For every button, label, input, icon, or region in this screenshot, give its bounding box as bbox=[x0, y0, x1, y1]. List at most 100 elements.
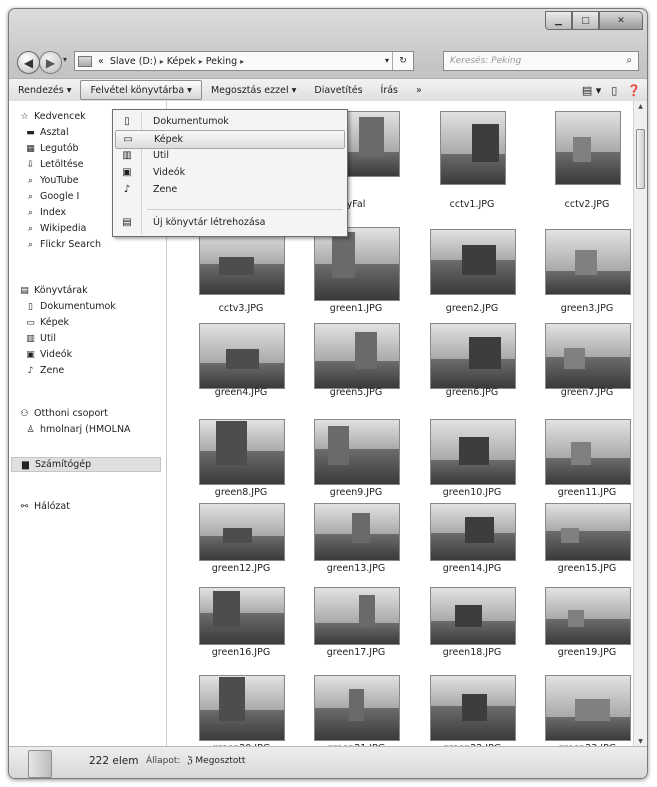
close-button[interactable]: ✕ bbox=[599, 11, 643, 30]
breadcrumb-separator-icon[interactable]: ▸ bbox=[240, 57, 244, 66]
breadcrumb-separator-icon[interactable]: ▸ bbox=[199, 57, 203, 66]
breadcrumb-kepek[interactable]: Képek bbox=[167, 56, 196, 67]
preview-pane-icon[interactable]: ▯ bbox=[611, 84, 617, 97]
file-name[interactable]: green17.JPG bbox=[298, 647, 414, 658]
file-thumbnail[interactable] bbox=[545, 675, 631, 741]
sidebar-item-7[interactable]: ⌕ Index bbox=[25, 205, 66, 220]
file-name[interactable]: green14.JPG bbox=[414, 563, 530, 574]
file-thumbnail[interactable] bbox=[555, 111, 621, 185]
file-name[interactable]: cctv1.JPG bbox=[414, 199, 530, 210]
back-button[interactable]: ◀ bbox=[17, 51, 40, 74]
sidebar-item-6[interactable]: ⌕ Google I bbox=[25, 189, 79, 204]
sidebar-item-1[interactable]: ☆ Kedvencek bbox=[19, 109, 85, 124]
file-name[interactable]: green8.JPG bbox=[183, 487, 299, 498]
file-name[interactable]: green7.JPG bbox=[529, 387, 633, 398]
file-thumbnail[interactable] bbox=[430, 323, 516, 389]
maximize-button[interactable]: □ bbox=[572, 11, 599, 30]
file-name[interactable]: green5.JPG bbox=[298, 387, 414, 398]
menu-item-6[interactable]: ▤ Új könyvtár létrehozása bbox=[115, 214, 345, 231]
minimize-button[interactable]: ▁ bbox=[545, 11, 572, 30]
sidebar-item-9[interactable]: ⌕ Flickr Search bbox=[25, 237, 101, 252]
file-thumbnail[interactable] bbox=[199, 419, 285, 485]
menu-item-3[interactable]: ▥ Util bbox=[115, 147, 345, 164]
sidebar-item-10[interactable]: ▤ Könyvtárak bbox=[19, 283, 87, 298]
file-name[interactable]: green13.JPG bbox=[298, 563, 414, 574]
file-thumbnail[interactable] bbox=[199, 323, 285, 389]
menu-item-4[interactable]: ▣ Videók bbox=[115, 164, 345, 181]
file-thumbnail[interactable] bbox=[430, 229, 516, 295]
sidebar-item-11[interactable]: ▯ Dokumentumok bbox=[25, 299, 116, 314]
file-name[interactable]: cctv2.JPG bbox=[529, 199, 633, 210]
file-name[interactable]: green11.JPG bbox=[529, 487, 633, 498]
breadcrumb-overflow[interactable]: « bbox=[98, 56, 104, 67]
refresh-icon[interactable]: ↻ bbox=[392, 52, 413, 70]
file-thumbnail[interactable] bbox=[314, 503, 400, 561]
file-name[interactable]: green15.JPG bbox=[529, 563, 633, 574]
file-thumbnail[interactable] bbox=[545, 229, 631, 295]
scroll-up-icon[interactable]: ▲ bbox=[634, 103, 647, 110]
forward-button[interactable]: ▶ bbox=[39, 51, 62, 74]
file-thumbnail[interactable] bbox=[430, 675, 516, 741]
file-name[interactable]: green18.JPG bbox=[414, 647, 530, 658]
search-box[interactable]: ⌕ bbox=[443, 51, 639, 71]
sidebar-item-15[interactable]: ♪ Zene bbox=[25, 363, 65, 378]
file-thumbnail[interactable] bbox=[545, 587, 631, 645]
sidebar-item-4[interactable]: ⇩ Letöltése bbox=[25, 157, 84, 172]
sidebar-item-18[interactable]: ▆ Számítógép bbox=[11, 457, 161, 472]
file-name[interactable]: green4.JPG bbox=[183, 387, 299, 398]
menu-item-5[interactable]: ♪ Zene bbox=[115, 181, 345, 198]
search-icon[interactable]: ⌕ bbox=[626, 55, 632, 66]
recent-pages-dropdown[interactable]: ▾ bbox=[63, 55, 67, 64]
file-thumbnail[interactable] bbox=[199, 587, 285, 645]
share-with-button[interactable]: Megosztás ezzel ▾ bbox=[202, 80, 305, 100]
menu-item-1[interactable]: ▯ Dokumentumok bbox=[115, 113, 345, 130]
file-name[interactable]: green3.JPG bbox=[529, 303, 633, 314]
file-thumbnail[interactable] bbox=[314, 587, 400, 645]
file-thumbnail[interactable] bbox=[545, 419, 631, 485]
sidebar-item-8[interactable]: ⌕ Wikipedia bbox=[25, 221, 86, 236]
file-thumbnail[interactable] bbox=[314, 419, 400, 485]
file-name[interactable]: green1.JPG bbox=[298, 303, 414, 314]
organize-button[interactable]: Rendezés ▾ bbox=[9, 80, 80, 100]
breadcrumb-drive[interactable]: Slave (D:) bbox=[110, 56, 157, 67]
file-name[interactable]: green2.JPG bbox=[414, 303, 530, 314]
file-thumbnail[interactable] bbox=[199, 229, 285, 295]
file-thumbnail[interactable] bbox=[430, 587, 516, 645]
scroll-down-icon[interactable]: ▼ bbox=[634, 738, 647, 745]
file-name[interactable]: green6.JPG bbox=[414, 387, 530, 398]
file-name[interactable]: cctv3.JPG bbox=[183, 303, 299, 314]
breadcrumb-peking[interactable]: Peking bbox=[206, 56, 237, 67]
file-thumbnail[interactable] bbox=[545, 503, 631, 561]
file-name[interactable]: green12.JPG bbox=[183, 563, 299, 574]
scrollbar-thumb[interactable] bbox=[636, 129, 645, 189]
file-name[interactable]: green10.JPG bbox=[414, 487, 530, 498]
file-thumbnail[interactable] bbox=[314, 323, 400, 389]
address-bar[interactable]: « Slave (D:) ▸ Képek ▸ Peking ▸ ▾ ↻ bbox=[74, 51, 414, 71]
burn-button[interactable]: Írás bbox=[372, 80, 407, 100]
sidebar-item-5[interactable]: ⌕ YouTube bbox=[25, 173, 79, 188]
vertical-scrollbar[interactable]: ▲ ▼ bbox=[633, 101, 647, 747]
breadcrumb-separator-icon[interactable]: ▸ bbox=[160, 57, 164, 66]
file-thumbnail[interactable] bbox=[430, 419, 516, 485]
search-input[interactable] bbox=[450, 56, 600, 66]
sidebar-item-16[interactable]: ⚇ Otthoni csoport bbox=[19, 406, 107, 421]
sidebar-item-2[interactable]: ▬ Asztal bbox=[25, 125, 68, 140]
file-thumbnail[interactable] bbox=[545, 323, 631, 389]
include-in-library-button[interactable]: Felvétel könyvtárba ▾ bbox=[80, 80, 202, 100]
file-name[interactable]: green9.JPG bbox=[298, 487, 414, 498]
file-name[interactable]: green19.JPG bbox=[529, 647, 633, 658]
help-icon[interactable]: ❓ bbox=[627, 84, 641, 97]
file-thumbnail[interactable] bbox=[440, 111, 506, 185]
file-thumbnail[interactable] bbox=[314, 227, 400, 301]
sidebar-item-12[interactable]: ▭ Képek bbox=[25, 315, 69, 330]
sidebar-item-14[interactable]: ▣ Videók bbox=[25, 347, 72, 362]
file-name[interactable]: green16.JPG bbox=[183, 647, 299, 658]
more-commands-button[interactable]: » bbox=[407, 80, 431, 100]
file-thumbnail[interactable] bbox=[430, 503, 516, 561]
file-thumbnail[interactable] bbox=[199, 503, 285, 561]
address-dropdown-icon[interactable]: ▾ bbox=[385, 56, 389, 65]
sidebar-item-13[interactable]: ▥ Util bbox=[25, 331, 56, 346]
view-options-icon[interactable]: ▤ ▾ bbox=[582, 84, 601, 97]
slideshow-button[interactable]: Diavetítés bbox=[305, 80, 371, 100]
sidebar-item-17[interactable]: ♙ hmolnarj (HMOLNA bbox=[25, 422, 130, 437]
